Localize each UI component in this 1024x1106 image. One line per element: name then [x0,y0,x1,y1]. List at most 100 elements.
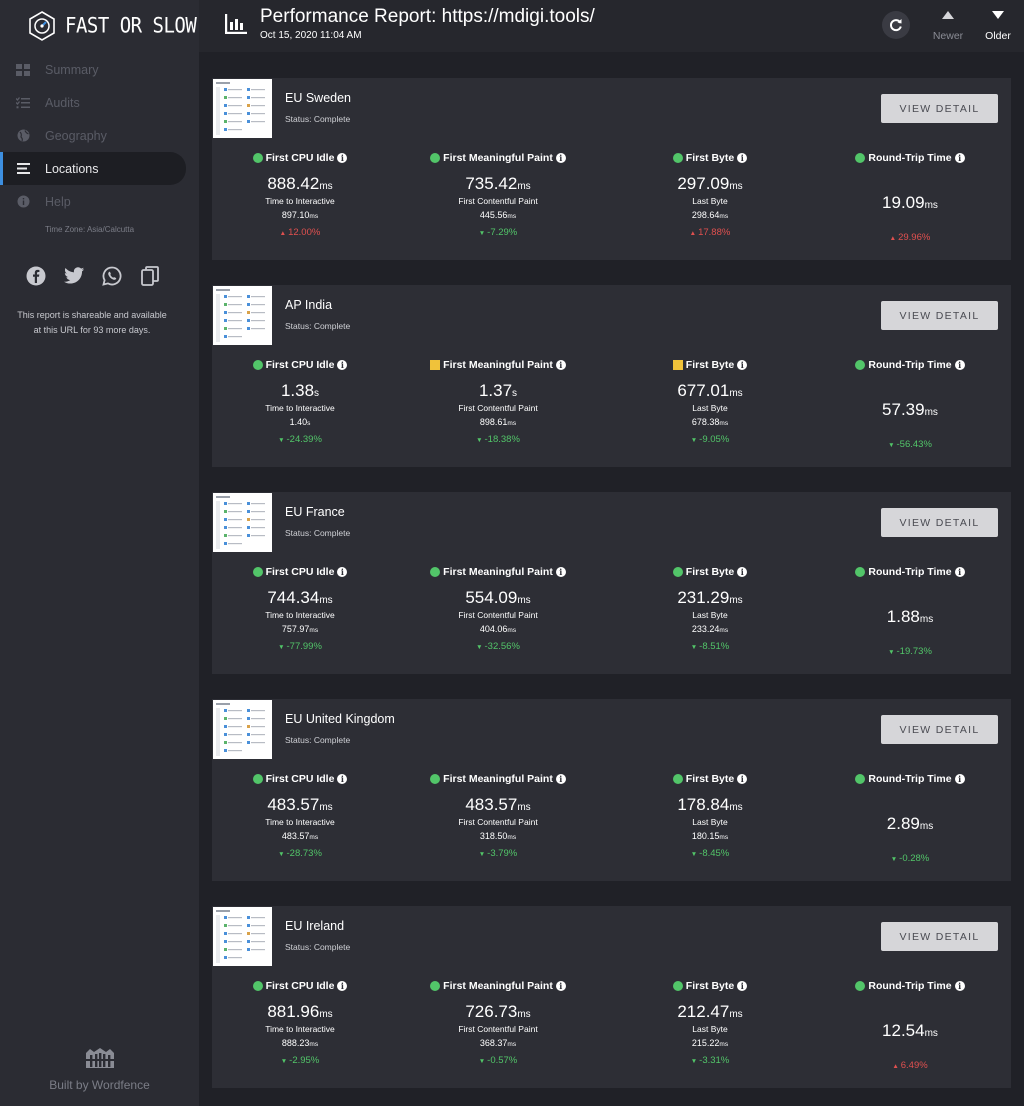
metric-sub-label: Time to Interactive [265,610,335,620]
metric-title-label: First CPU Idle [265,773,335,785]
refresh-icon [890,19,902,32]
metric-change-value: -2.95% [289,1055,320,1066]
info-icon[interactable]: i [555,153,566,163]
caret-down-icon: ▼ [888,442,895,449]
metric-value-unit: ms [319,595,333,606]
metric-sub-label: First Contentful Paint [458,817,538,827]
sidebar-item-locations[interactable]: Locations [0,152,186,185]
info-icon[interactable]: i [737,153,748,163]
sidebar-item-label: Geography [45,128,107,143]
metric-value-unit: ms [729,181,743,192]
metric-title-label: Round-Trip Time [868,566,952,578]
bar-chart-icon [225,14,247,39]
copy-icon[interactable] [139,265,161,287]
good-status-dot-icon [855,981,866,991]
metric-change: ▼ -18.38% [398,434,598,446]
metric-title-label: First Byte [685,980,735,992]
info-icon[interactable]: i [337,153,348,163]
metric-change: ▼ -0.57% [398,1055,598,1067]
twitter-icon[interactable] [63,265,85,287]
good-status-dot-icon [252,360,263,370]
sidebar-item-audits[interactable]: Audits [0,86,199,119]
info-icon[interactable]: i [954,567,965,577]
info-icon[interactable]: i [954,360,965,370]
newer-button[interactable]: Newer [926,10,970,42]
metric-title: First Byte i [610,979,810,993]
refresh-button[interactable] [882,11,910,39]
metric-value: 554.09ms [398,588,598,608]
whatsapp-icon[interactable] [101,265,123,287]
info-icon[interactable]: i [555,360,566,370]
metric-value-number: 881.96 [267,1002,320,1021]
info-icon[interactable]: i [737,360,748,370]
info-icon[interactable]: i [737,981,748,991]
metric-value-number: 483.57 [465,795,518,814]
metric-sub-value: 678.38ms [610,417,810,429]
info-icon[interactable]: i [337,360,348,370]
metric-sub-value: 897.10ms [200,210,400,222]
good-status-dot-icon [430,774,441,784]
metric-sub-label: Time to Interactive [265,196,335,206]
metric-title-label: First CPU Idle [265,359,335,371]
metric-value: 212.47ms [610,1002,810,1022]
metric-sub-value: 368.37ms [398,1038,598,1050]
metric-value: 881.96ms [200,1002,400,1022]
built-by[interactable]: Built by Wordfence [0,1047,199,1092]
view-detail-button[interactable]: VIEW DETAIL [881,715,998,744]
metric-fb: First Byte i 212.47ms Last Byte 215.22ms ▼ -3.… [610,979,810,1067]
metric-value-unit: ms [319,181,333,192]
logo[interactable]: FAST OR SLOW [27,11,197,41]
facebook-icon[interactable] [25,265,47,287]
metric-sub-label: Last Byte [692,610,728,620]
view-detail-button[interactable]: VIEW DETAIL [881,922,998,951]
view-detail-button[interactable]: VIEW DETAIL [881,301,998,330]
sidebar-item-summary[interactable]: Summary [0,53,199,86]
metric-value: 1.88ms [810,607,1010,627]
info-icon[interactable]: i [954,981,965,991]
metric-title: First Meaningful Paint i [398,772,598,786]
info-icon[interactable]: i [555,567,566,577]
brand-name: FAST OR SLOW [65,13,197,39]
share-note: This report is shareable and available a… [0,308,184,338]
info-icon[interactable]: i [337,981,348,991]
metric-sub-unit: ms [309,627,319,634]
info-icon[interactable]: i [954,774,965,784]
page-screenshot-thumbnail[interactable] [213,286,272,345]
good-status-dot-icon [672,981,683,991]
metric-sub-number: 233.24 [691,624,720,634]
metric-rtt: Round-Trip Time i 12.54ms ▲ 6.49% [810,979,1010,1072]
metric-rtt: Round-Trip Time i 57.39ms ▼ -56.43% [810,358,1010,451]
metric-sub-number: 445.56 [479,210,508,220]
caret-down-icon: ▼ [280,1058,288,1065]
page-screenshot-thumbnail[interactable] [213,493,272,552]
metric-title-label: First CPU Idle [265,152,335,164]
view-detail-button[interactable]: VIEW DETAIL [881,94,998,123]
info-icon[interactable]: i [337,567,348,577]
sidebar-item-geography[interactable]: Geography [0,119,199,152]
metric-change: ▼ -3.79% [398,848,598,860]
caret-down-icon: ▼ [890,856,898,863]
location-status: Status: Complete [285,528,351,538]
metric-value-number: 677.01 [677,381,730,400]
older-button[interactable]: Older [976,10,1020,42]
sidebar-item-help[interactable]: Help [0,185,199,218]
page-screenshot-thumbnail[interactable] [213,79,272,138]
info-icon[interactable]: i [555,774,566,784]
metric-title: First CPU Idle i [200,358,400,372]
info-icon[interactable]: i [737,774,748,784]
info-icon[interactable]: i [337,774,348,784]
page-screenshot-thumbnail[interactable] [213,700,272,759]
caret-down-icon: ▼ [888,649,895,656]
metric-fmp: First Meaningful Paint i 735.42ms First Con… [398,151,598,239]
metric-cpu: First CPU Idle i 744.34ms Time to Interacti… [200,565,400,653]
metric-fmp: First Meaningful Paint i 554.09ms First Con… [398,565,598,653]
metric-sub-value: 445.56ms [398,210,598,222]
page-screenshot-thumbnail[interactable] [213,907,272,966]
metric-value: 57.39ms [810,400,1010,420]
view-detail-button[interactable]: VIEW DETAIL [881,508,998,537]
info-icon[interactable]: i [555,981,566,991]
metric-cpu: First CPU Idle i 483.57ms Time to Interacti… [200,772,400,860]
info-icon[interactable]: i [954,153,965,163]
metric-change: ▼ -0.28% [810,853,1010,865]
info-icon[interactable]: i [737,567,748,577]
